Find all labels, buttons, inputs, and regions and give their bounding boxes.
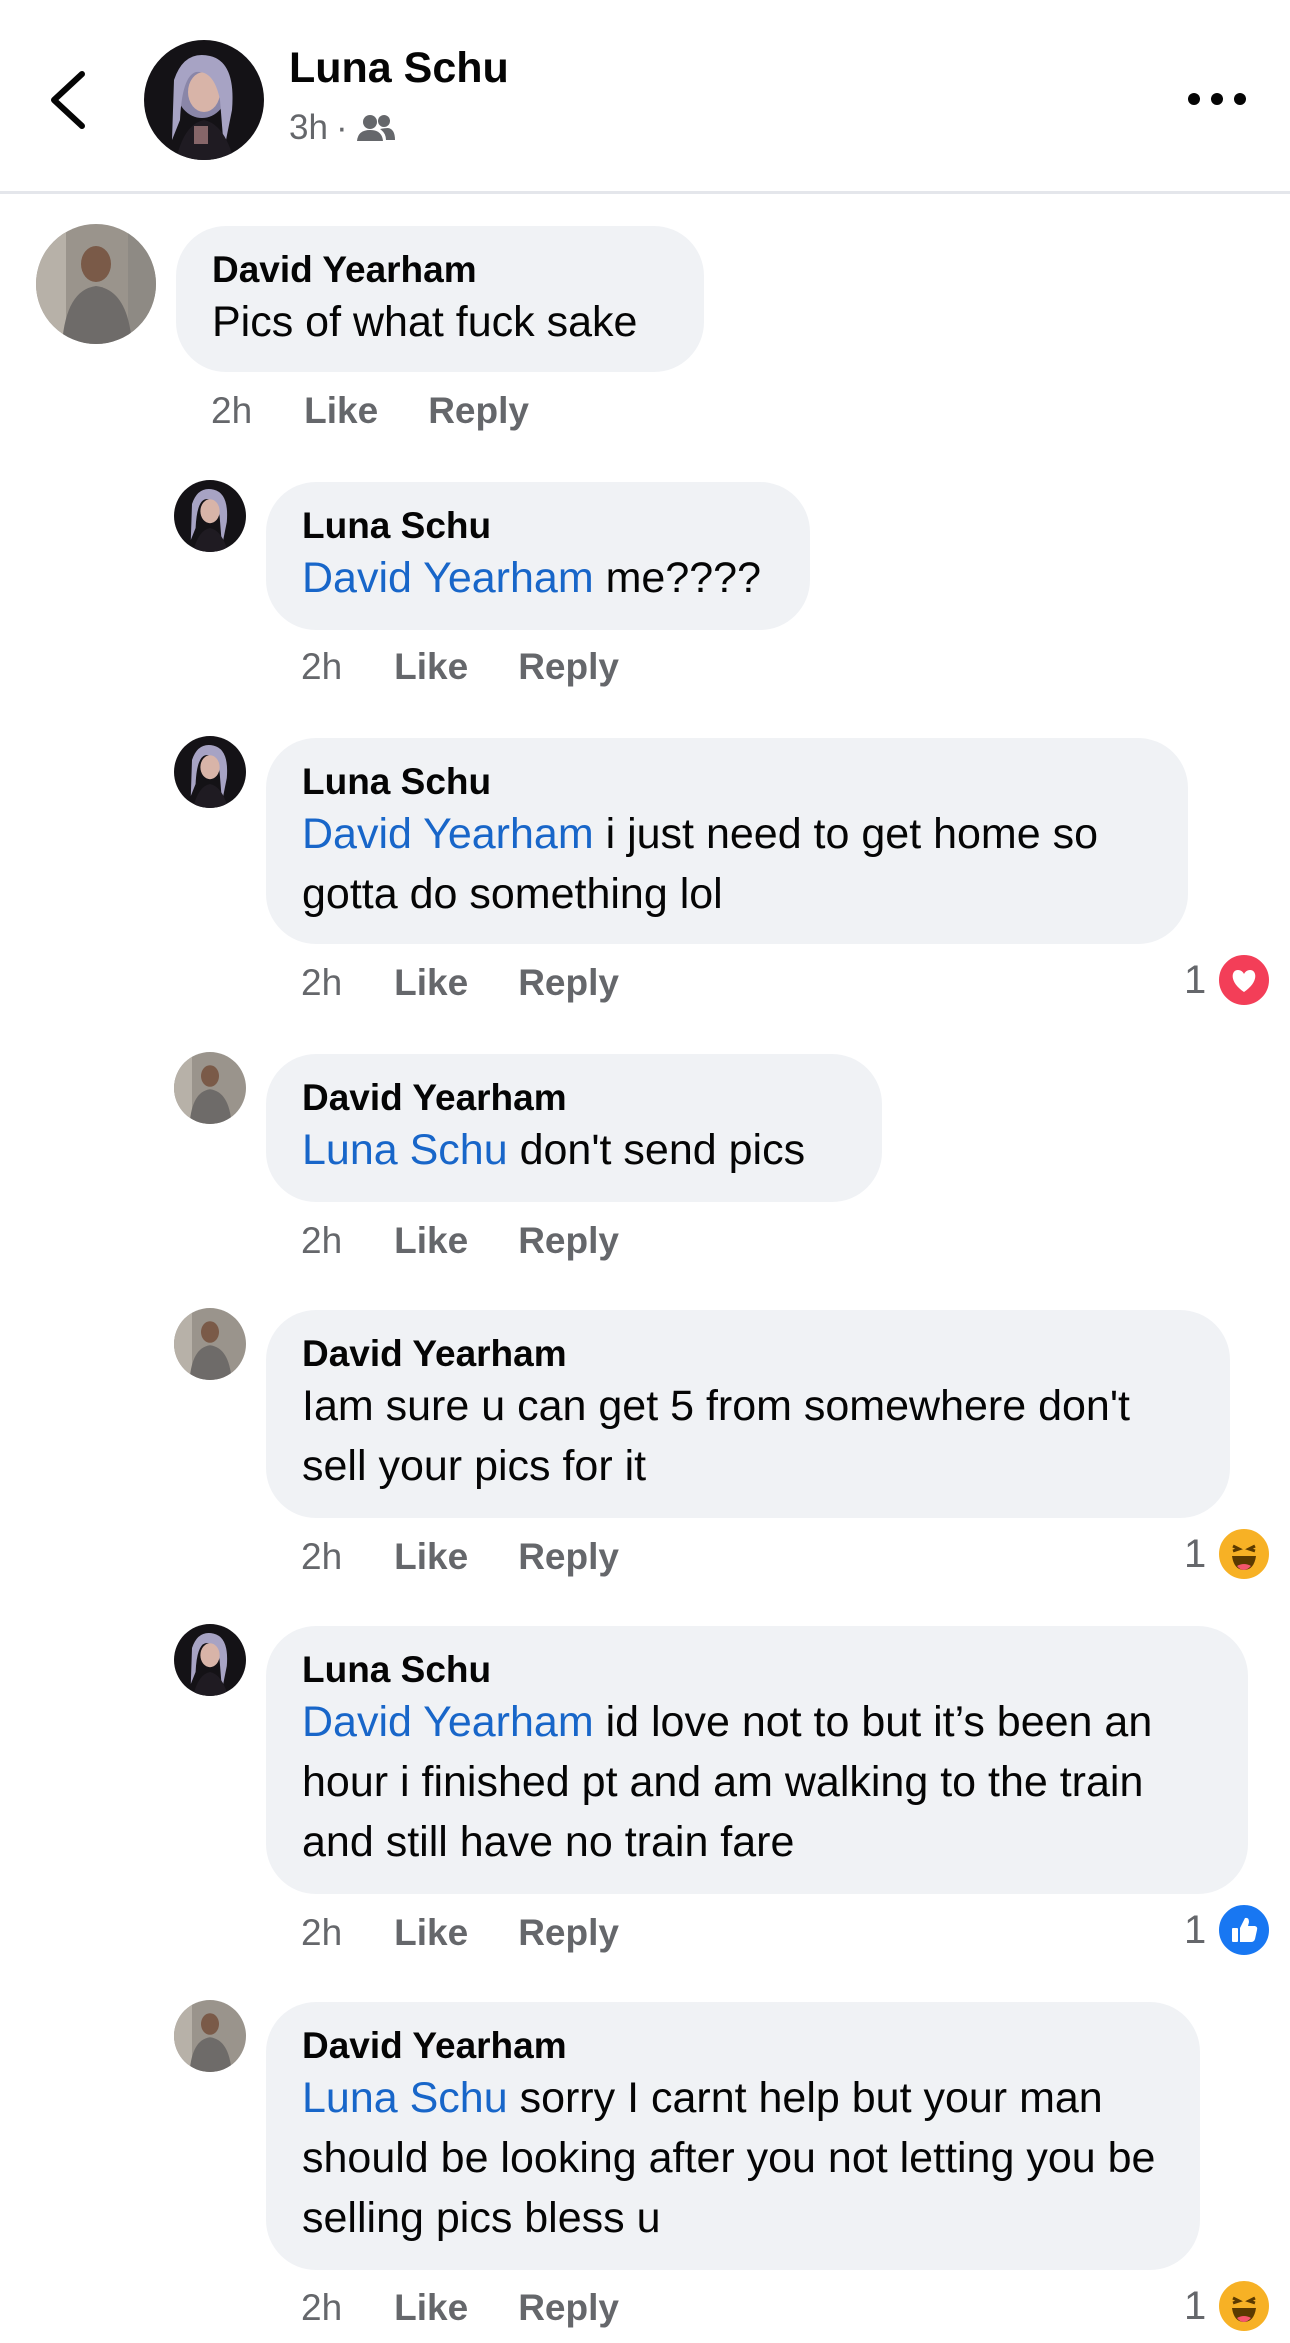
comment-body: don't send pics <box>507 1126 806 1174</box>
comment-author[interactable]: David Yearham <box>212 248 668 292</box>
comment-author[interactable]: David Yearham <box>302 2024 1164 2068</box>
commenter-avatar[interactable] <box>36 224 156 344</box>
like-button[interactable]: Like <box>394 962 468 1004</box>
comment-actions: 2h Like Reply <box>301 1912 619 1954</box>
comment-body: Iam sure u can get 5 from somewhere don'… <box>302 1382 1131 1490</box>
mention-link[interactable]: David Yearham <box>302 1698 594 1746</box>
commenter-avatar[interactable] <box>174 736 246 808</box>
commenter-avatar[interactable] <box>174 1052 246 1124</box>
commenter-avatar[interactable] <box>174 480 246 552</box>
comment-text: Luna Schu sorry I carnt help but your ma… <box>302 2068 1164 2248</box>
commenter-avatar[interactable] <box>174 1308 246 1380</box>
like-button[interactable]: Like <box>394 1220 468 1262</box>
comment-actions: 2h Like Reply <box>211 390 529 432</box>
mention-link[interactable]: Luna Schu <box>302 1126 508 1174</box>
post-header: Luna Schu 3h · <box>0 0 1290 194</box>
comment-body: me???? <box>593 554 761 602</box>
reaction-summary[interactable]: 1 <box>1184 952 1273 1008</box>
reply-button[interactable]: Reply <box>518 1220 619 1262</box>
comment-time[interactable]: 2h <box>301 646 342 688</box>
comment-text: Iam sure u can get 5 from somewhere don'… <box>302 1376 1194 1496</box>
comment-bubble[interactable]: Luna Schu David Yearham me???? <box>266 482 810 630</box>
post-meta: 3h · <box>289 108 396 148</box>
mention-link[interactable]: Luna Schu <box>302 2074 508 2122</box>
like-button[interactable]: Like <box>394 1912 468 1954</box>
comment-time[interactable]: 2h <box>301 1536 342 1578</box>
reply-button[interactable]: Reply <box>518 2287 619 2329</box>
commenter-avatar[interactable] <box>174 1624 246 1696</box>
reaction-count: 1 <box>1184 1907 1207 1952</box>
reaction-count: 1 <box>1184 1531 1207 1576</box>
haha-reaction-icon <box>1216 2278 1273 2334</box>
comment-time[interactable]: 2h <box>301 962 342 1004</box>
comment-body: Pics of what fuck sake <box>212 298 638 346</box>
comment-bubble[interactable]: David Yearham Luna Schu don't send pics <box>266 1054 882 1202</box>
heart-reaction-icon <box>1216 952 1273 1008</box>
comment-text: Pics of what fuck sake <box>212 292 668 352</box>
reply-button[interactable]: Reply <box>518 1536 619 1578</box>
comment-bubble[interactable]: Luna Schu David Yearham id love not to b… <box>266 1626 1248 1894</box>
comment-actions: 2h Like Reply <box>301 646 619 688</box>
post-author-name[interactable]: Luna Schu <box>289 44 509 93</box>
mention-link[interactable]: David Yearham <box>302 554 594 602</box>
like-button[interactable]: Like <box>304 390 378 432</box>
chevron-left-icon <box>51 71 85 129</box>
comment-time[interactable]: 2h <box>301 2287 342 2329</box>
reaction-count: 1 <box>1184 2283 1207 2328</box>
reply-button[interactable]: Reply <box>518 646 619 688</box>
comment-text: David Yearham me???? <box>302 548 774 608</box>
like-button[interactable]: Like <box>394 646 468 688</box>
comment-actions: 2h Like Reply <box>301 1536 619 1578</box>
comment-author[interactable]: Luna Schu <box>302 1648 1212 1692</box>
like-button[interactable]: Like <box>394 2287 468 2329</box>
comment-author[interactable]: David Yearham <box>302 1076 846 1120</box>
comment-actions: 2h Like Reply <box>301 962 619 1004</box>
meta-separator: · <box>335 108 348 147</box>
comment-text: David Yearham id love not to but it’s be… <box>302 1692 1212 1872</box>
reply-button[interactable]: Reply <box>428 390 529 432</box>
commenter-avatar[interactable] <box>174 2000 246 2072</box>
post-time: 3h <box>289 108 328 147</box>
comment-actions: 2h Like Reply <box>301 2287 619 2329</box>
reply-button[interactable]: Reply <box>518 962 619 1004</box>
comment-bubble[interactable]: David Yearham Luna Schu sorry I carnt he… <box>266 2002 1200 2270</box>
reaction-count: 1 <box>1184 957 1207 1002</box>
mention-link[interactable]: David Yearham <box>302 810 594 858</box>
comment-bubble[interactable]: David Yearham Pics of what fuck sake <box>176 226 704 372</box>
comment-author[interactable]: David Yearham <box>302 1332 1194 1376</box>
friends-icon <box>356 115 395 141</box>
comment-bubble[interactable]: David Yearham Iam sure u can get 5 from … <box>266 1310 1230 1518</box>
reaction-summary[interactable]: 1 <box>1184 1526 1273 1582</box>
reply-button[interactable]: Reply <box>518 1912 619 1954</box>
more-options-button[interactable] <box>1185 84 1249 114</box>
comment-bubble[interactable]: Luna Schu David Yearham i just need to g… <box>266 738 1188 944</box>
comment-author[interactable]: Luna Schu <box>302 760 1152 804</box>
comment-author[interactable]: Luna Schu <box>302 504 774 548</box>
comment-time[interactable]: 2h <box>211 390 252 432</box>
comment-time[interactable]: 2h <box>301 1912 342 1954</box>
like-reaction-icon <box>1216 1902 1273 1958</box>
more-horizontal-icon <box>1188 93 1246 105</box>
reaction-summary[interactable]: 1 <box>1184 2278 1273 2334</box>
comment-actions: 2h Like Reply <box>301 1220 619 1262</box>
back-button[interactable] <box>40 60 100 140</box>
comment-time[interactable]: 2h <box>301 1220 342 1262</box>
comment-text: Luna Schu don't send pics <box>302 1120 846 1180</box>
like-button[interactable]: Like <box>394 1536 468 1578</box>
haha-reaction-icon <box>1216 1526 1273 1582</box>
comment-text: David Yearham i just need to get home so… <box>302 804 1152 924</box>
author-avatar[interactable] <box>144 40 264 160</box>
reaction-summary[interactable]: 1 <box>1184 1902 1273 1958</box>
